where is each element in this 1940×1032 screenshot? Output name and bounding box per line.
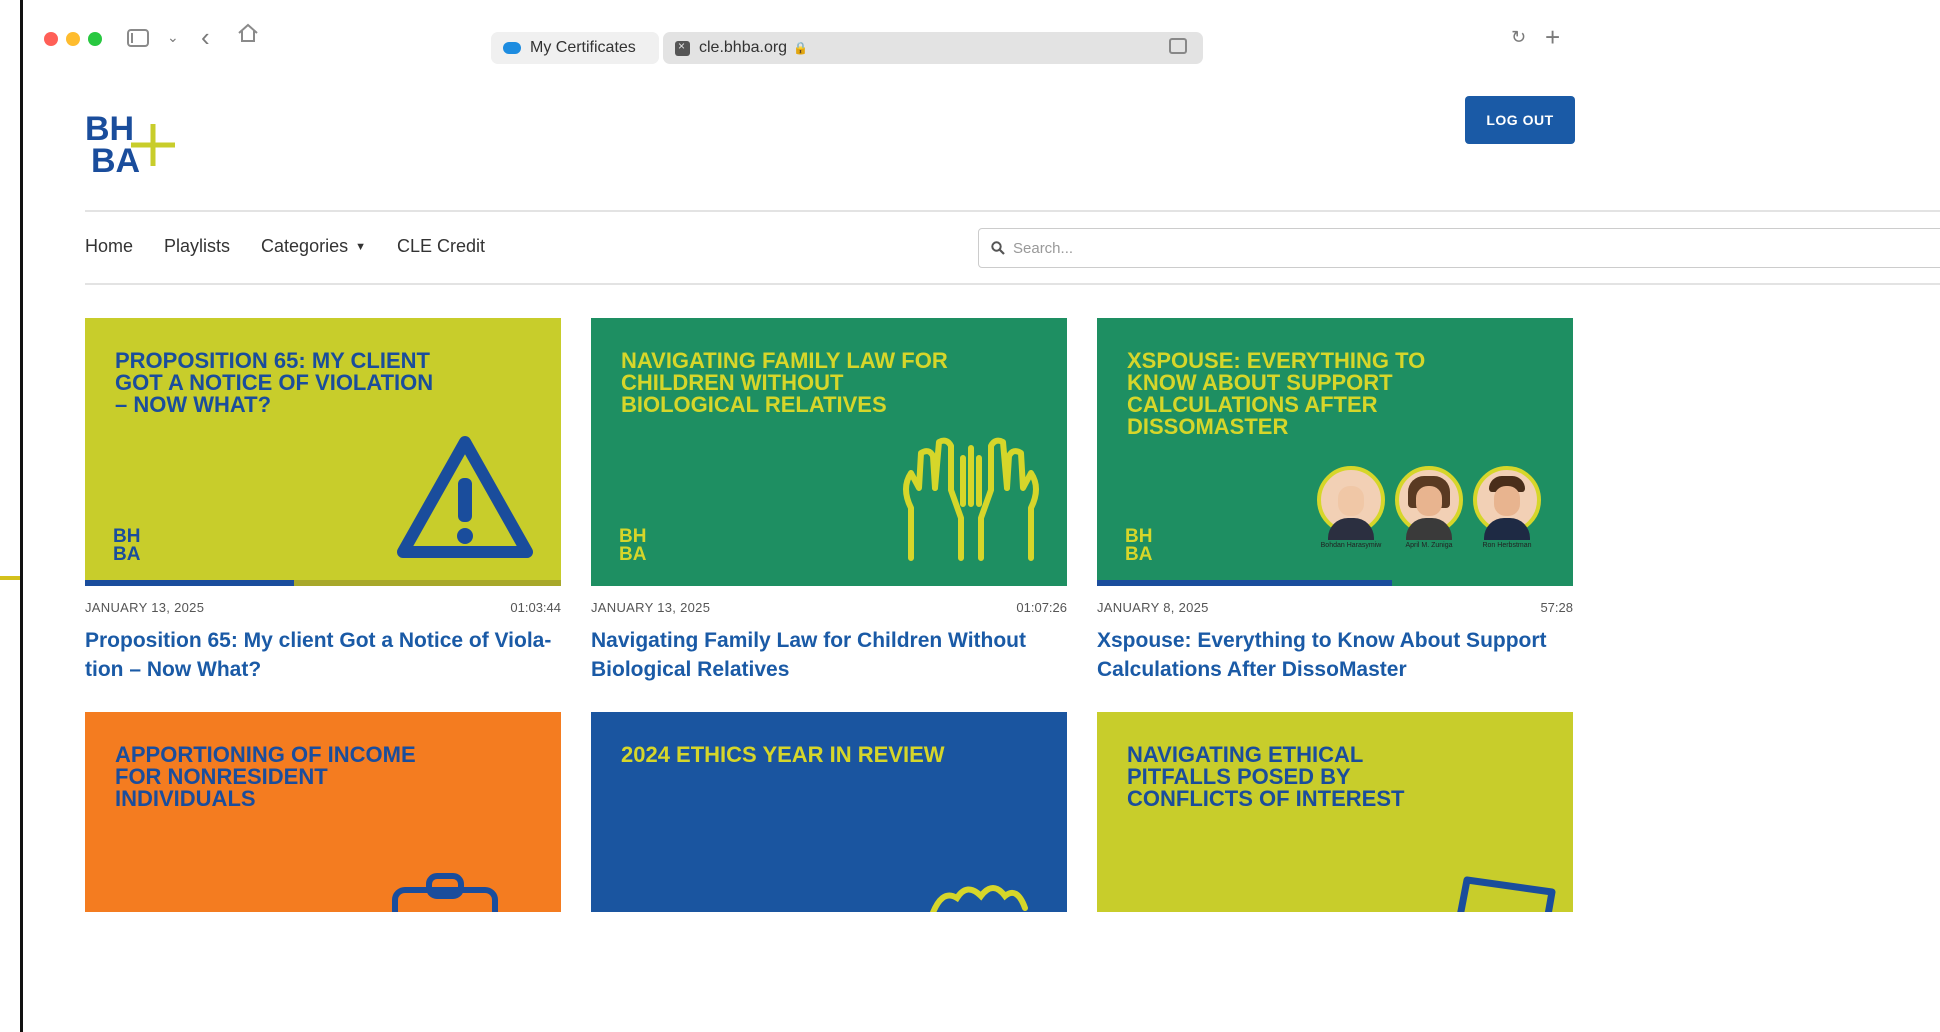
video-card[interactable]: PROPOSITION 65: MY CLIENT GOT A NOTICE O…: [85, 318, 561, 684]
search-input[interactable]: [1013, 239, 1613, 257]
thumbnail-title: NAVIGATING ETHICAL PITFALLS POSED BY CON…: [1127, 742, 1405, 811]
video-duration: 57:28: [1540, 600, 1573, 615]
video-title[interactable]: Xspouse: Everything to Know About Suppor…: [1097, 626, 1573, 684]
chevron-down-icon[interactable]: ⌄: [167, 22, 179, 52]
speaker-name: April M. Zuniga: [1405, 542, 1453, 549]
video-meta: JANUARY 13, 2025 01:07:26: [591, 594, 1067, 620]
video-card[interactable]: XSPOUSE: EVERYTHING TO KNOW ABOUT SUPPOR…: [1097, 318, 1573, 684]
reload-icon[interactable]: ↻: [1511, 22, 1526, 52]
nav-home[interactable]: Home: [85, 236, 133, 257]
search-icon: [991, 241, 1005, 255]
video-thumbnail[interactable]: NAVIGATING ETHICAL PITFALLS POSED BY CON…: [1097, 712, 1573, 912]
document-icon: [1457, 876, 1556, 912]
url-text: cle.bhba.org: [699, 39, 788, 56]
main-nav: Home Playlists Categories ▼ CLE Credit: [85, 236, 485, 257]
new-tab-icon[interactable]: +: [1545, 22, 1560, 52]
thumbnail-title: NAVIGATING FAMILY LAW FOR CHILDREN WITHO…: [621, 348, 948, 417]
video-duration: 01:07:26: [1016, 600, 1067, 615]
video-thumbnail[interactable]: 2024 ETHICS YEAR IN REVIEW: [591, 712, 1067, 912]
hands-icon: [903, 437, 1039, 561]
hands-icon: [930, 885, 1028, 912]
thumbnail-logo: BH BA: [113, 526, 141, 565]
browser-window: ⌄ ‹ My Certificates cle.bhba.org 🔒 ↻ + B…: [20, 0, 1940, 1032]
thumbnail-title: PROPOSITION 65: MY CLIENT GOT A NOTICE O…: [115, 348, 434, 417]
tab-label: My Certificates: [530, 39, 636, 56]
video-thumbnail[interactable]: NAVIGATING FAMILY LAW FOR CHILDREN WITHO…: [591, 318, 1067, 586]
salesforce-cloud-icon: [503, 42, 521, 54]
zoom-window-button[interactable]: [88, 32, 102, 46]
speaker-photo: [1317, 466, 1385, 540]
nav-playlists[interactable]: Playlists: [164, 236, 230, 257]
home-icon[interactable]: [237, 22, 259, 52]
watch-progress-track: [85, 580, 561, 586]
clipboard-icon: [392, 873, 498, 912]
video-thumbnail[interactable]: APPORTIONING OF INCOME FOR NONRESIDENT I…: [85, 712, 561, 912]
video-title[interactable]: Navigating Family Law for Children Witho…: [591, 626, 1067, 684]
caret-down-icon: ▼: [355, 240, 366, 253]
address-bar[interactable]: cle.bhba.org 🔒: [663, 32, 1203, 64]
minimize-window-button[interactable]: [66, 32, 80, 46]
close-window-button[interactable]: [44, 32, 58, 46]
video-date: JANUARY 13, 2025: [591, 600, 711, 615]
video-meta: JANUARY 13, 2025 01:03:44: [85, 594, 561, 620]
reader-view-icon[interactable]: [1169, 38, 1187, 54]
back-icon[interactable]: ‹: [201, 22, 210, 52]
video-date: JANUARY 8, 2025: [1097, 600, 1209, 615]
search-box: [978, 228, 1940, 268]
thumbnail-logo: BH BA: [1125, 526, 1153, 565]
site-favicon-icon: [675, 39, 690, 56]
thumbnail-title: XSPOUSE: EVERYTHING TO KNOW ABOUT SUPPOR…: [1127, 348, 1426, 439]
video-thumbnail[interactable]: PROPOSITION 65: MY CLIENT GOT A NOTICE O…: [85, 318, 561, 586]
bhba-logo[interactable]: BH BA: [85, 110, 195, 180]
video-title[interactable]: Proposition 65: My client Got a Notice o…: [85, 626, 561, 684]
logout-button[interactable]: LOG OUT: [1465, 96, 1575, 144]
video-duration: 01:03:44: [510, 600, 561, 615]
svg-text:BA: BA: [91, 142, 140, 180]
thumbnail-title: APPORTIONING OF INCOME FOR NONRESIDENT I…: [115, 742, 416, 811]
divider: [85, 210, 1940, 212]
thumbnail-title: 2024 ETHICS YEAR IN REVIEW: [621, 742, 945, 767]
thumbnail-logo: BH BA: [619, 526, 647, 565]
video-thumbnail[interactable]: XSPOUSE: EVERYTHING TO KNOW ABOUT SUPPOR…: [1097, 318, 1573, 586]
warning-icon: [397, 436, 533, 558]
video-date: JANUARY 13, 2025: [85, 600, 205, 615]
nav-cle-credit[interactable]: CLE Credit: [397, 236, 485, 257]
watch-progress-fill: [85, 580, 295, 586]
tab-my-certificates[interactable]: My Certificates: [491, 32, 659, 64]
browser-toolbar: ⌄ ‹ My Certificates cle.bhba.org 🔒 ↻ +: [23, 10, 1940, 72]
watch-progress-track: [1097, 580, 1573, 586]
nav-categories[interactable]: Categories ▼: [261, 236, 366, 257]
divider: [85, 283, 1940, 285]
watch-progress-fill: [1097, 580, 1393, 586]
nav-categories-label: Categories: [261, 236, 349, 256]
sidebar-toggle-icon[interactable]: [127, 22, 153, 52]
video-meta: JANUARY 8, 2025 57:28: [1097, 594, 1573, 620]
speaker-name: Ron Herbstman: [1482, 542, 1532, 549]
lock-icon: 🔒: [793, 41, 809, 55]
speaker-photo: [1473, 466, 1541, 540]
video-card[interactable]: NAVIGATING FAMILY LAW FOR CHILDREN WITHO…: [591, 318, 1067, 684]
speaker-name: Bohdan Harasymiw: [1320, 542, 1382, 549]
speaker-photo: [1395, 466, 1463, 540]
